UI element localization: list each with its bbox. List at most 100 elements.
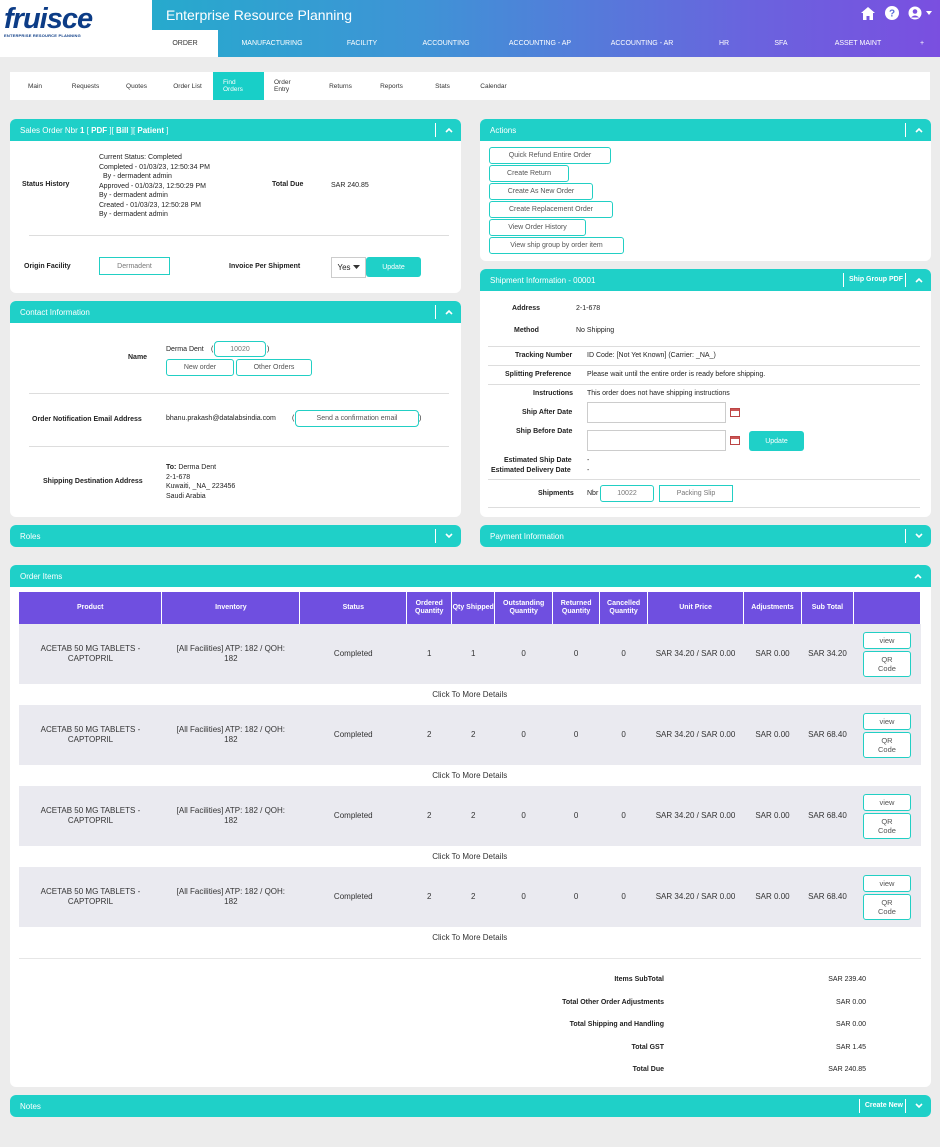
update-invoice-button[interactable]: Update [366, 257, 421, 277]
email-value: bhanu.prakash@datalabsindia.com [166, 415, 276, 422]
chevron-up-icon [444, 127, 453, 133]
bill-link[interactable]: Bill [116, 126, 128, 135]
main-nav-item[interactable]: FACILITY [326, 30, 398, 57]
user-account-icon[interactable] [908, 5, 934, 21]
expand-toggle[interactable] [905, 529, 931, 543]
sub-nav-item[interactable]: Quotes [111, 72, 162, 100]
packing-slip-button[interactable]: Packing Slip [659, 485, 733, 502]
main-nav-item[interactable]: ACCOUNTING - AP [494, 30, 586, 57]
party-id-link[interactable]: 10020 [214, 341, 266, 357]
patient-link[interactable]: Patient [137, 126, 164, 135]
roles-header[interactable]: Roles [10, 525, 461, 547]
nbr-label: Nbr [587, 490, 599, 497]
new-order-button[interactable]: New order [166, 359, 234, 376]
cell-adjustments: SAR 0.00 [743, 705, 802, 765]
qr-code-button[interactable]: QR Code [862, 731, 911, 758]
paren: ( [292, 415, 295, 422]
column-header: Status [299, 592, 408, 624]
qr-code-button[interactable]: QR Code [862, 650, 911, 677]
total-due-label: Total Due [272, 181, 304, 188]
more-details-link[interactable]: Click To More Details [19, 765, 921, 786]
cell-unit_price: SAR 34.20 / SAR 0.00 [647, 624, 744, 684]
total-value: SAR 0.00 [836, 998, 866, 1006]
view-button[interactable]: view [862, 793, 911, 811]
table-row: ACETAB 50 MG TABLETS - CAPTOPRIL [All Fac… [19, 624, 921, 684]
create-as-new-order-button[interactable]: Create As New Order [489, 183, 593, 200]
cell-returned: 0 [552, 867, 600, 927]
more-details-link[interactable]: Click To More Details [19, 846, 921, 867]
expand-toggle[interactable] [905, 1099, 931, 1113]
sub-nav-item[interactable]: Requests [60, 72, 111, 100]
view-button[interactable]: view [862, 631, 911, 649]
other-orders-button[interactable]: Other Orders [236, 359, 312, 376]
main-nav-item[interactable]: MANUFACTURING [218, 30, 326, 57]
total-value: SAR 1.45 [836, 1043, 866, 1051]
shipment-nbr-link[interactable]: 10022 [600, 485, 654, 502]
view-button[interactable]: view [862, 874, 911, 892]
status-history: Current Status: Completed Completed - 01/… [99, 153, 210, 220]
address-line: Kuwaiti, _NA_ 223456 [166, 483, 236, 490]
sub-nav-item[interactable]: Order List [162, 72, 213, 100]
main-nav-item[interactable]: ASSET MAINT [812, 30, 904, 57]
total-label: Total Due [632, 1066, 664, 1074]
expand-toggle[interactable] [435, 529, 461, 543]
qr-code-button[interactable]: QR Code [862, 893, 911, 920]
cell-actions: view QR Code [853, 867, 921, 927]
ship-group-pdf-link[interactable]: Ship Group PDF [842, 273, 903, 287]
main-nav-item[interactable]: ACCOUNTING [398, 30, 494, 57]
brand-logo[interactable]: fruisce ENTERPRISE RESOURCE PLANNING [0, 0, 152, 57]
sub-nav-item[interactable]: Main [10, 72, 60, 100]
view-order-history-button[interactable]: View Order History [489, 219, 586, 236]
collapse-toggle[interactable] [905, 273, 931, 287]
collapse-toggle[interactable] [905, 569, 931, 583]
main-nav-item[interactable]: HR [698, 30, 750, 57]
total-label: Total Other Order Adjustments [562, 998, 664, 1006]
collapse-toggle[interactable] [435, 123, 461, 137]
quick-refund-button[interactable]: Quick Refund Entire Order [489, 147, 611, 164]
main-nav-item[interactable]: ACCOUNTING - AR [586, 30, 698, 57]
contact-name: Derma Dent [166, 346, 204, 353]
collapse-toggle[interactable] [905, 123, 931, 137]
order-items-table: Product Inventory Status Ordered Quantity Qt… [19, 592, 922, 948]
create-new-note-link[interactable]: Create New [858, 1099, 903, 1113]
cell-actions: view QR Code [853, 624, 921, 684]
ship-after-input[interactable] [587, 402, 726, 423]
paren: ) [267, 346, 270, 353]
origin-facility-field[interactable]: Dermadent [99, 257, 170, 275]
send-confirmation-email-button[interactable]: Send a confirmation email [295, 410, 419, 427]
sub-nav-item[interactable]: Order Entry [264, 72, 315, 100]
status-line: Approved - 01/03/23, 12:50:29 PM [99, 182, 207, 190]
sub-nav-item[interactable]: Calendar [468, 72, 519, 100]
create-return-button[interactable]: Create Return [489, 165, 569, 182]
main-nav-item[interactable]: ORDER [152, 30, 218, 57]
invoice-select[interactable]: Yes [331, 257, 366, 278]
sub-nav-item[interactable]: Stats [417, 72, 468, 100]
collapse-toggle[interactable] [435, 305, 461, 319]
notes-title: Notes [20, 1101, 41, 1111]
cell-product: ACETAB 50 MG TABLETS - CAPTOPRIL [19, 705, 162, 765]
address-label: Address [512, 305, 541, 312]
create-replacement-order-button[interactable]: Create Replacement Order [489, 201, 613, 218]
view-button[interactable]: view [862, 712, 911, 730]
view-ship-group-button[interactable]: View ship group by order item [489, 237, 624, 254]
sub-nav-item[interactable]: Reports [366, 72, 417, 100]
sub-nav-item[interactable]: Returns [315, 72, 366, 100]
ship-before-input[interactable] [587, 430, 726, 451]
cell-cancelled: 0 [599, 624, 648, 684]
pdf-link[interactable]: PDF [91, 126, 107, 135]
name-label: Name [128, 354, 148, 361]
home-icon[interactable] [860, 5, 876, 21]
sales-order-header: Sales Order Nbr 1 [ PDF ][ Bill ][ Patie… [10, 119, 461, 141]
more-details-link[interactable]: Click To More Details [19, 684, 921, 705]
tracking-label: Tracking Number [515, 352, 573, 359]
calendar-icon[interactable] [730, 436, 740, 445]
payment-header[interactable]: Payment Information [480, 525, 931, 547]
main-nav-item[interactable]: + [904, 30, 940, 57]
help-icon[interactable]: ? [884, 5, 900, 21]
update-shipment-button[interactable]: Update [749, 431, 804, 451]
calendar-icon[interactable] [730, 408, 740, 417]
main-nav-item[interactable]: SFA [750, 30, 812, 57]
qr-code-button[interactable]: QR Code [862, 812, 911, 839]
sub-nav-item[interactable]: Find Orders [213, 72, 264, 100]
more-details-link[interactable]: Click To More Details [19, 927, 921, 948]
